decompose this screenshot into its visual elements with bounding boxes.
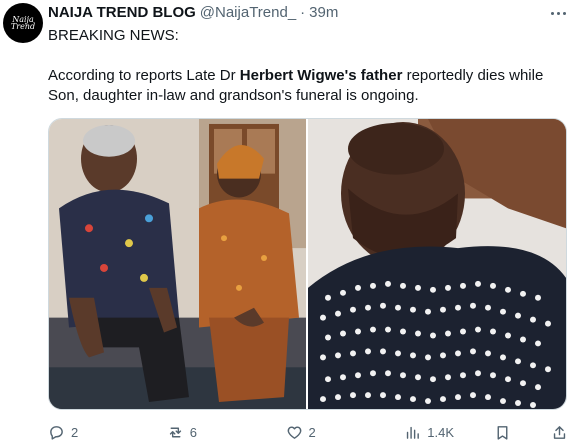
separator-dot: · <box>300 4 306 21</box>
heart-icon <box>287 425 301 439</box>
bookmark-icon <box>497 425 508 440</box>
avatar-logo-text: Naija Trend <box>10 15 36 31</box>
share-button[interactable] <box>551 424 568 441</box>
tweet-header: NAIJA TREND BLOG @NaijaTrend_ · 39m <box>48 4 338 21</box>
analytics-icon <box>407 426 420 439</box>
photo-1[interactable] <box>49 119 306 409</box>
author-handle[interactable]: @NaijaTrend_ <box>200 4 296 21</box>
repost-button[interactable]: 6 <box>167 424 197 441</box>
repost-count: 6 <box>189 424 197 440</box>
author-name[interactable]: NAIJA TREND BLOG <box>48 4 196 21</box>
action-bar: 2 6 2 1.4K <box>48 422 568 441</box>
tweet-time[interactable]: 39m <box>309 4 338 21</box>
photo-2[interactable] <box>308 119 566 409</box>
views-button[interactable]: 1.4K <box>404 424 454 441</box>
bookmark-button[interactable] <box>494 424 511 441</box>
photo-1-image <box>49 119 306 409</box>
reply-button[interactable]: 2 <box>48 424 78 441</box>
tweet-text-part-a: According to reports Late Dr <box>48 67 240 84</box>
tweet-text-line2: According to reports Late Dr Herbert Wig… <box>48 66 578 106</box>
reply-icon <box>50 425 63 440</box>
tweet-text-bold: Herbert Wigwe's father <box>239 67 403 84</box>
more-options-icon[interactable] <box>548 8 568 18</box>
action-group-right: 1.4K <box>404 424 568 441</box>
media-grid <box>48 118 567 410</box>
photo-2-image <box>308 119 566 409</box>
repost-icon <box>169 427 181 437</box>
view-count: 1.4K <box>427 424 454 440</box>
share-icon <box>553 425 566 439</box>
tweet-text: BREAKING NEWS: According to reports Late… <box>48 26 578 106</box>
tweet-text-line1: BREAKING NEWS: <box>48 27 179 44</box>
avatar[interactable]: Naija Trend <box>3 3 43 43</box>
like-button[interactable]: 2 <box>286 424 316 441</box>
like-count: 2 <box>308 424 316 440</box>
reply-count: 2 <box>71 424 79 440</box>
